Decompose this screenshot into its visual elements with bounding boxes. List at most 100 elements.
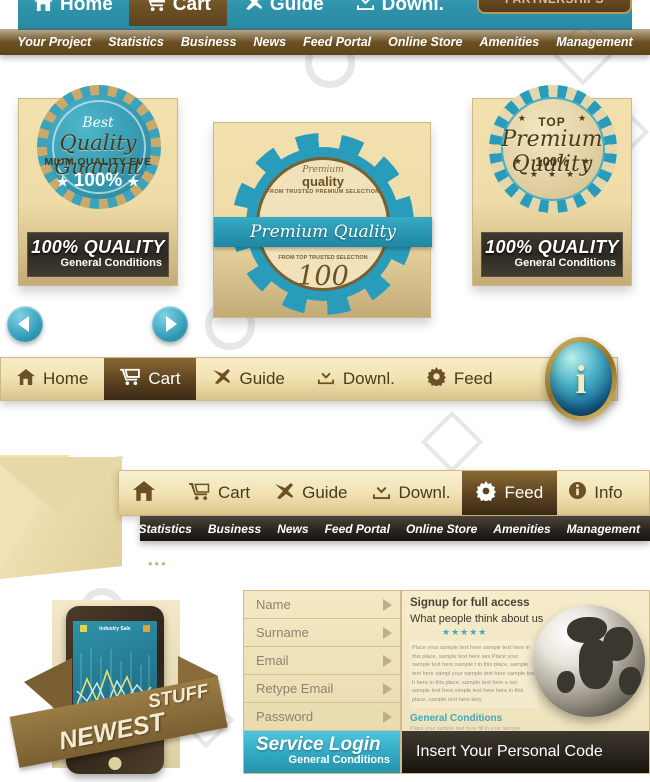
seal-number: 100 [297,261,349,292]
env-nav-item-download[interactable]: Downl. [360,471,463,515]
subnav-item-feed-portal[interactable]: Feed Portal [303,35,371,49]
env-nav-item-cart[interactable]: Cart [177,471,262,515]
home-icon [17,368,35,390]
globe-landmass [557,671,575,693]
globe-graphic [533,605,645,717]
env-subnav-feed-portal[interactable]: Feed Portal [325,522,390,536]
plane-icon [243,0,263,17]
nav-item-guide[interactable]: Guide [227,0,340,26]
field-label: Surname [256,625,309,640]
signup-body-text: Place your sample text here sample text … [410,641,538,708]
signup-heading: Signup for full access [410,597,530,609]
chevron-right-icon [383,598,392,611]
gold-nav-label: Downl. [342,369,395,388]
nav-label: Guide [269,0,324,15]
badge-ribbon-left: 100% QUALITY General Conditions [27,232,169,277]
env-subnav-online-store[interactable]: Online Store [406,522,477,536]
partnerships-button[interactable]: PARTNERSHIPS [477,0,632,14]
sash-bottom-label: NEWEST [56,707,167,756]
seal-line3: FROM TRUSTED PREMIUM SELECTION [266,189,380,195]
personal-code-bar[interactable]: Insert Your Personal Code [402,731,649,773]
badge-card-right: TOP ★ ★ Premium Quality ★ ★ 100% ★★★ 100% … [472,85,632,286]
service-login-form: Name Surname Email Retype Email Password… [243,590,401,774]
personal-code-label: Insert Your Personal Code [416,743,603,760]
env-nav-label: Downl. [398,483,451,502]
nav-item-download[interactable]: Downl. [340,0,460,26]
gold-nav-item-guide[interactable]: Guide [196,358,300,400]
form-field-email[interactable]: Email [244,647,400,675]
partnerships-label: PARTNERSHIPS [479,0,630,12]
env-nav-item-info[interactable]: Info [557,471,634,515]
login-button-label: Service Login [256,734,381,755]
legend-swatch-left [80,625,87,632]
promo-box: Industry Sale STUFF NEWEST [9,600,228,774]
gold-nav-item-home[interactable]: Home [1,358,104,400]
envelope-navigation-bar[interactable]: Cart Guide Downl. Feed Info [118,470,650,516]
env-nav-item-home[interactable] [119,471,177,515]
ribbon-subtext: General Conditions [60,257,162,269]
premium-quality-band: Premium Quality [214,217,432,247]
subnav-item-management[interactable]: Management [556,35,632,49]
star-row-top: ★ ★ [517,113,587,123]
env-nav-label: Info [594,483,623,502]
subnav-item-business[interactable]: Business [181,35,237,49]
chevron-right-icon [383,682,392,695]
cart-icon [189,482,210,505]
gold-nav-item-cart[interactable]: Cart [104,358,197,400]
subnav-item-statistics[interactable]: Statistics [108,35,164,49]
env-subnav-management[interactable]: Management [567,522,640,536]
seal-line2: quality [302,174,344,189]
subnav-item-your-project[interactable]: Your Project [17,35,91,49]
subnav-item-online-store[interactable]: Online Store [388,35,462,49]
field-label: Email [256,653,289,668]
field-label: Name [256,597,291,612]
ribbon-headline: 100% QUALITY [31,237,165,257]
env-subnav-statistics[interactable]: Statistics [139,522,192,536]
envelope-sub-navigation[interactable]: Statistics Business News Feed Portal Onl… [139,516,650,541]
gold-nav-label: Cart [148,369,181,388]
secondary-navigation-bar[interactable]: Your Project Statistics Business News Fe… [0,29,650,55]
download-icon [317,368,335,390]
chevron-right-icon [166,316,177,332]
chevron-right-icon [383,710,392,723]
cart-icon [120,368,141,390]
info-icon: i [575,356,587,402]
premium-seal-middle: Premium quality FROM TRUSTED PREMIUM SEL… [214,133,432,315]
legend-swatch-right [143,625,150,632]
subnav-item-amenities[interactable]: Amenities [479,35,539,49]
env-subnav-business[interactable]: Business [208,522,261,536]
carousel-next-button[interactable] [152,306,188,342]
info-icon [569,482,587,504]
form-field-password[interactable]: Password [244,703,400,731]
star-icon: ★ [56,174,69,189]
env-nav-item-feed[interactable]: Feed [462,471,558,515]
nav-item-home[interactable]: Home [18,0,129,26]
band-label: Premium Quality [250,222,396,242]
badge-ribbon-right: 100% QUALITY General Conditions [481,232,623,277]
env-subnav-news[interactable]: News [277,522,308,536]
gold-nav-item-download[interactable]: Downl. [301,358,411,400]
form-field-name[interactable]: Name [244,591,400,619]
subnav-item-news[interactable]: News [253,35,286,49]
globe-landmass [603,627,633,661]
home-icon [133,480,155,506]
env-subnav-amenities[interactable]: Amenities [493,522,550,536]
gold-navigation-bar[interactable]: Home Cart Guide Downl. Feed [0,357,618,401]
env-nav-label: Cart [218,483,251,502]
download-icon [356,0,375,17]
carousel-prev-button[interactable] [7,306,43,342]
plane-icon [212,368,231,390]
form-field-retype-email[interactable]: Retype Email [244,675,400,703]
gold-nav-label: Guide [239,369,285,388]
form-field-surname[interactable]: Surname [244,619,400,647]
info-ball-inner: i [550,342,612,416]
ellipsis-indicator: ••• [148,556,168,571]
env-nav-item-guide[interactable]: Guide [262,471,359,515]
gold-nav-item-feed[interactable]: Feed [411,358,509,400]
badge-percent: 100% [535,154,569,169]
info-button[interactable]: i [545,337,617,421]
poster-canvas: Home Cart Guide Downl. PA [0,0,650,774]
nav-item-cart[interactable]: Cart [128,0,227,26]
service-login-button[interactable]: Service Login General Conditions [244,731,400,773]
star-icon: ★ [127,174,140,189]
